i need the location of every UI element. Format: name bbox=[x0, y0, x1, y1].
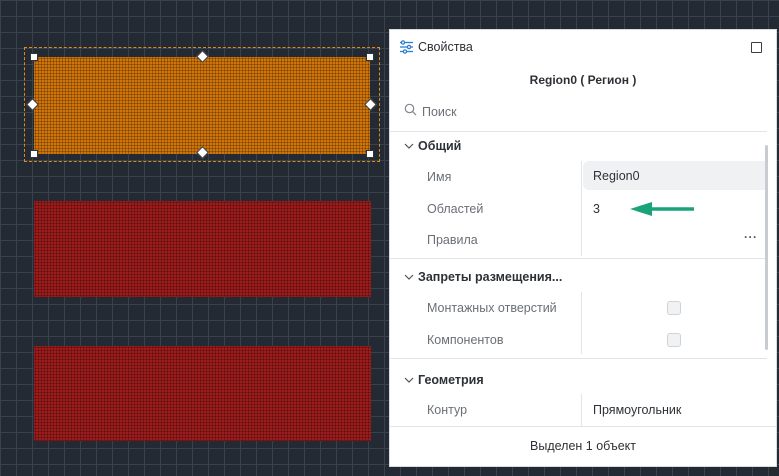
contour-value[interactable]: Прямоугольник bbox=[593, 403, 681, 417]
section-placement-header[interactable]: Запреты размещения... bbox=[404, 270, 562, 288]
search-icon bbox=[404, 103, 417, 119]
column-separator bbox=[581, 161, 582, 256]
divider bbox=[390, 131, 767, 132]
section-general-header[interactable]: Общий bbox=[404, 139, 461, 157]
search-box[interactable] bbox=[402, 101, 762, 123]
areas-label: Областей bbox=[427, 202, 484, 216]
panel-header: Свойства bbox=[390, 30, 776, 64]
resize-handle-top-left[interactable] bbox=[30, 53, 38, 61]
properties-panel: Свойства Region0 ( Регион ) Общий Имя Re… bbox=[389, 29, 777, 467]
areas-value: 3 bbox=[593, 202, 600, 216]
region-3[interactable] bbox=[34, 346, 371, 441]
scrollbar[interactable] bbox=[765, 145, 768, 350]
resize-handle-top-right[interactable] bbox=[366, 53, 374, 61]
section-placement-title: Запреты размещения... bbox=[418, 270, 563, 284]
rules-more-button[interactable]: ··· bbox=[744, 230, 758, 244]
chevron-down-icon bbox=[404, 141, 418, 153]
sliders-icon bbox=[399, 40, 414, 57]
mounting-holes-label: Монтажных отверстий bbox=[427, 301, 557, 315]
name-value: Region0 bbox=[593, 169, 640, 183]
components-checkbox[interactable] bbox=[667, 333, 681, 347]
name-label: Имя bbox=[427, 170, 452, 184]
annotation-arrow bbox=[630, 202, 694, 216]
panel-title: Свойства bbox=[418, 40, 473, 54]
contour-label: Контур bbox=[427, 403, 468, 417]
search-input[interactable] bbox=[422, 101, 742, 123]
column-separator bbox=[581, 292, 582, 354]
section-geometry-header[interactable]: Геометрия bbox=[404, 373, 484, 391]
panel-footer: Выделен 1 объект bbox=[390, 426, 776, 466]
section-geometry-title: Геометрия bbox=[418, 373, 484, 387]
resize-handle-bottom-right[interactable] bbox=[366, 150, 374, 158]
selection-status: Выделен 1 объект bbox=[530, 439, 636, 453]
selected-object-title: Region0 ( Регион ) bbox=[529, 73, 637, 87]
square-icon[interactable] bbox=[751, 42, 762, 53]
components-label: Компонентов bbox=[427, 333, 504, 347]
chevron-down-icon bbox=[404, 272, 418, 284]
resize-handle-bottom-left[interactable] bbox=[30, 150, 38, 158]
chevron-down-icon bbox=[404, 375, 418, 387]
mounting-holes-checkbox[interactable] bbox=[667, 301, 681, 315]
section-general-title: Общий bbox=[418, 139, 462, 153]
column-separator bbox=[581, 394, 582, 426]
region-2[interactable] bbox=[34, 201, 371, 297]
divider bbox=[390, 258, 767, 259]
name-field[interactable]: Region0 bbox=[583, 161, 765, 190]
rules-label: Правила bbox=[427, 233, 478, 247]
divider bbox=[390, 358, 767, 359]
